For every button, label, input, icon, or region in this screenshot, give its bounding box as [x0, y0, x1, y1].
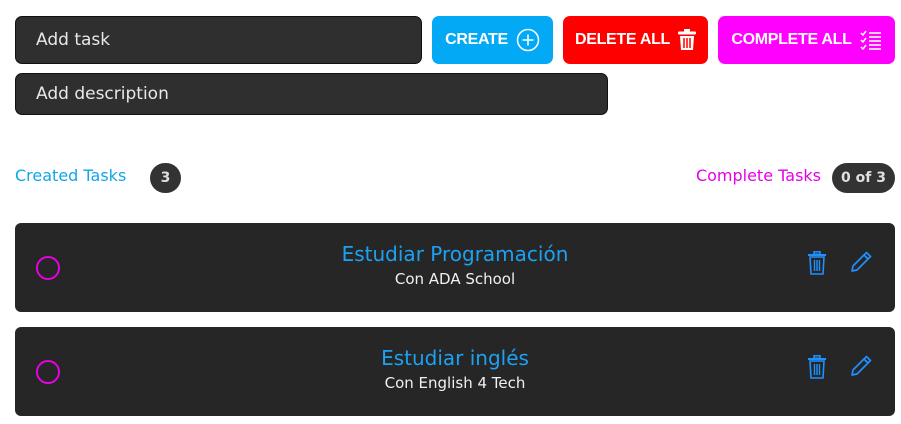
delete-all-button-label: DELETE ALL [574, 31, 671, 48]
complete-tasks-label: Complete Tasks [695, 166, 821, 185]
pencil-icon[interactable] [849, 250, 873, 274]
task-description: Con English 4 Tech [384, 374, 526, 392]
task-title: Estudiar inglés [381, 346, 529, 370]
checklist-icon [860, 30, 881, 50]
pencil-icon[interactable] [849, 354, 873, 378]
description-input[interactable]: Add description [15, 73, 608, 115]
task-card: Estudiar Programación Con ADA School [15, 223, 895, 312]
create-button[interactable]: CREATE [432, 16, 553, 64]
create-button-label: CREATE [445, 31, 508, 48]
complete-all-button-label: COMPLETE ALL [731, 31, 852, 48]
task-input[interactable]: Add task [15, 16, 422, 64]
trash-icon [678, 29, 697, 50]
complete-tasks-count-badge: 0 of 3 [832, 163, 895, 193]
trash-icon[interactable] [807, 355, 827, 379]
description-input-placeholder: Add description [36, 84, 169, 104]
task-description: Con ADA School [394, 270, 516, 288]
task-input-placeholder: Add task [36, 30, 111, 50]
delete-all-button[interactable]: DELETE ALL [563, 16, 708, 64]
created-tasks-label: Created Tasks [15, 166, 127, 185]
complete-all-button[interactable]: COMPLETE ALL [718, 16, 895, 64]
plus-circle-icon [516, 28, 540, 52]
task-card: Estudiar inglés Con English 4 Tech [15, 327, 895, 416]
created-tasks-count-badge: 3 [150, 163, 181, 193]
trash-icon[interactable] [807, 251, 827, 275]
task-title: Estudiar Programación [341, 242, 569, 266]
